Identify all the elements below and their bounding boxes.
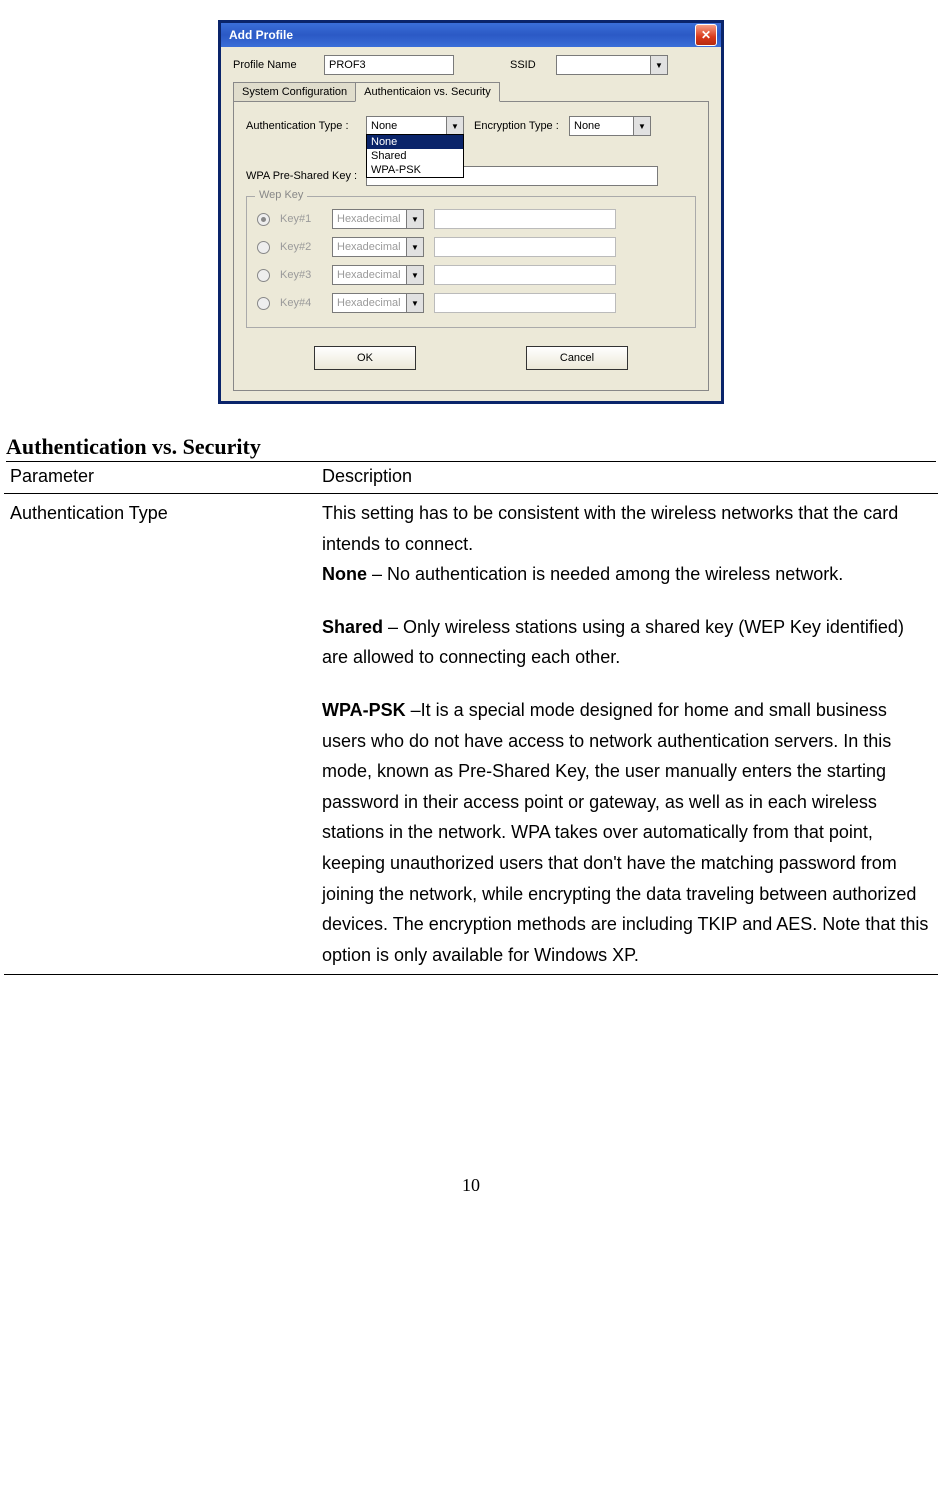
auth-option-none[interactable]: None [367,135,463,149]
wep-key2-radio[interactable] [257,241,270,254]
window-title: Add Profile [229,28,293,42]
page-number: 10 [0,1175,942,1196]
wep-key1-input[interactable] [434,209,616,229]
enc-type-combo[interactable]: None ▼ [569,116,651,136]
wep-key1-format[interactable]: Hexadecimal▼ [332,209,424,229]
chevron-down-icon[interactable]: ▼ [406,238,423,256]
tab-auth-security[interactable]: Authenticaion vs. Security [355,82,500,102]
ssid-combo[interactable]: ▼ [556,55,668,75]
auth-type-dropdown: None Shared WPA-PSK [366,134,464,178]
wep-key1-radio[interactable] [257,213,270,226]
wep-key4-input[interactable] [434,293,616,313]
wep-key2-input[interactable] [434,237,616,257]
opt-none: None [322,564,367,584]
wep-key4-radio[interactable] [257,297,270,310]
enc-type-label: Encryption Type : [474,120,569,132]
opt-shared: Shared [322,617,383,637]
auth-option-shared[interactable]: Shared [367,149,463,163]
wep-key3-label: Key#3 [280,269,322,281]
wep-key3-format[interactable]: Hexadecimal▼ [332,265,424,285]
col-parameter: Parameter [4,462,316,494]
tab-panel: Authentication Type : None ▼ None Shared… [233,101,709,391]
chevron-down-icon[interactable]: ▼ [406,210,423,228]
ssid-value [557,56,650,74]
auth-option-wpapsk[interactable]: WPA-PSK [367,163,463,177]
desc-intro: This setting has to be consistent with t… [322,498,932,559]
profile-name-label: Profile Name [233,59,318,71]
chevron-down-icon[interactable]: ▼ [406,266,423,284]
opt-wpapsk-text: –It is a special mode designed for home … [322,700,928,965]
parameter-table: Parameter Description Authentication Typ… [4,462,938,975]
auth-type-value: None [367,117,446,135]
opt-shared-text: – Only wireless stations using a shared … [322,617,904,668]
cancel-button[interactable]: Cancel [526,346,628,370]
param-description: This setting has to be consistent with t… [316,494,938,975]
enc-type-value: None [570,117,633,135]
chevron-down-icon[interactable]: ▼ [633,117,650,135]
title-bar: Add Profile ✕ [221,23,721,47]
close-icon[interactable]: ✕ [695,24,717,46]
auth-type-combo[interactable]: None ▼ [366,116,464,136]
wep-key-group-title: Wep Key [255,189,307,201]
wep-key3-radio[interactable] [257,269,270,282]
table-row: Authentication Type This setting has to … [4,494,938,975]
chevron-down-icon[interactable]: ▼ [406,294,423,312]
chevron-down-icon[interactable]: ▼ [446,117,463,135]
wep-key-group: Wep Key Key#1 Hexadecimal▼ Key#2 Hexadec… [246,196,696,328]
ssid-label: SSID [510,59,550,71]
chevron-down-icon[interactable]: ▼ [650,56,667,74]
auth-type-label: Authentication Type : [246,120,366,132]
wep-key3-input[interactable] [434,265,616,285]
section-heading: Authentication vs. Security [6,434,936,462]
opt-wpapsk: WPA-PSK [322,700,406,720]
col-description: Description [316,462,938,494]
ok-button[interactable]: OK [314,346,416,370]
wep-key2-label: Key#2 [280,241,322,253]
opt-none-text: – No authentication is needed among the … [367,564,843,584]
wep-key2-format[interactable]: Hexadecimal▼ [332,237,424,257]
add-profile-dialog: Add Profile ✕ Profile Name PROF3 SSID ▼ … [218,20,724,404]
wpa-psk-label: WPA Pre-Shared Key : [246,170,366,182]
profile-name-input[interactable]: PROF3 [324,55,454,75]
wep-key1-label: Key#1 [280,213,322,225]
wep-key4-label: Key#4 [280,297,322,309]
wep-key4-format[interactable]: Hexadecimal▼ [332,293,424,313]
param-name: Authentication Type [4,494,316,975]
tab-system-configuration[interactable]: System Configuration [233,82,356,101]
